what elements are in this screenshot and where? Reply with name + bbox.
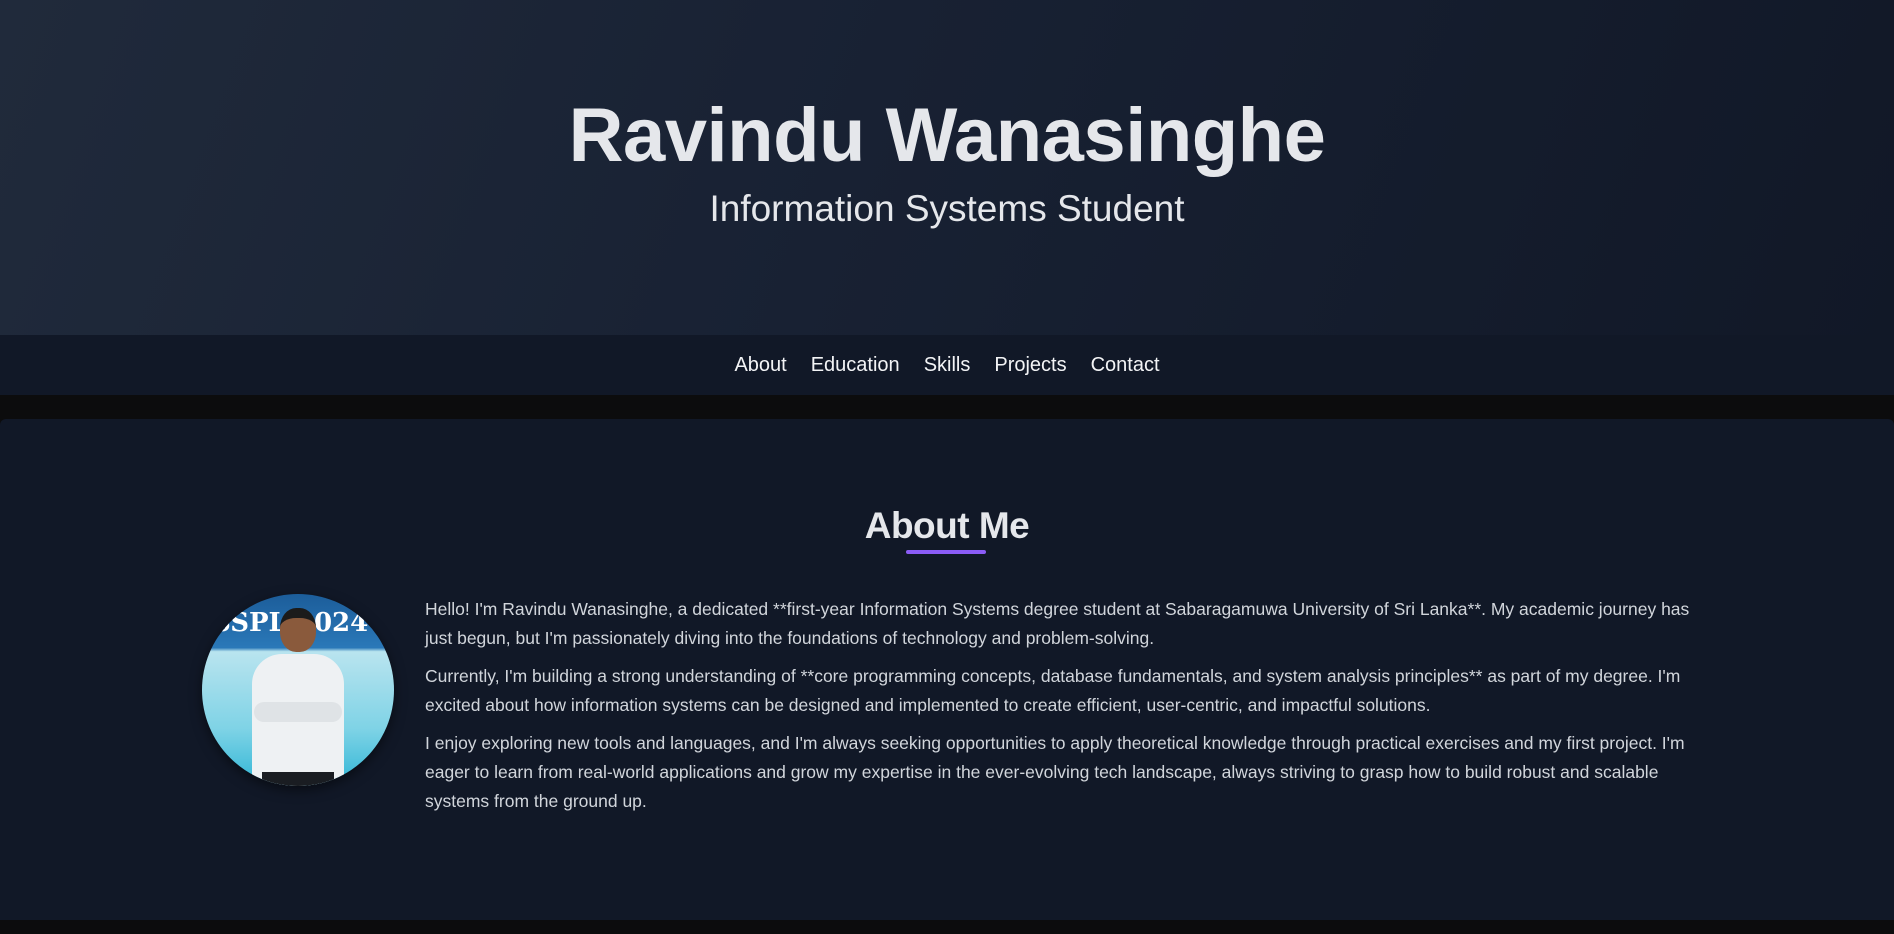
about-paragraph: I enjoy exploring new tools and language… bbox=[425, 733, 1685, 811]
photo-figure-arms bbox=[254, 702, 342, 722]
about-section: About Me SSPL 2024 Hello! I'm Ravindu Wa… bbox=[0, 419, 1894, 920]
main-nav: About Education Skills Projects Contact bbox=[0, 335, 1894, 395]
about-text: Hello! I'm Ravindu Wanasinghe, a dedicat… bbox=[425, 595, 1700, 825]
nav-about[interactable]: About bbox=[734, 354, 786, 377]
nav-contact[interactable]: Contact bbox=[1091, 354, 1160, 377]
photo-figure-legs bbox=[262, 772, 334, 786]
photo-figure-head bbox=[280, 608, 316, 652]
nav-skills[interactable]: Skills bbox=[924, 354, 971, 377]
hero-tagline: Information Systems Student bbox=[709, 188, 1185, 229]
nav-education[interactable]: Education bbox=[811, 354, 900, 377]
heading-underline bbox=[906, 550, 986, 554]
nav-projects[interactable]: Projects bbox=[994, 354, 1066, 377]
about-heading: About Me bbox=[864, 505, 1030, 546]
about-paragraph: Hello! I'm Ravindu Wanasinghe, a dedicat… bbox=[425, 599, 1690, 648]
about-paragraph: Currently, I'm building a strong underst… bbox=[425, 666, 1681, 715]
profile-photo: SSPL 2024 bbox=[202, 594, 394, 786]
hero-name: Ravindu Wanasinghe bbox=[568, 93, 1326, 178]
hero-header: Ravindu Wanasinghe Information Systems S… bbox=[0, 0, 1894, 335]
